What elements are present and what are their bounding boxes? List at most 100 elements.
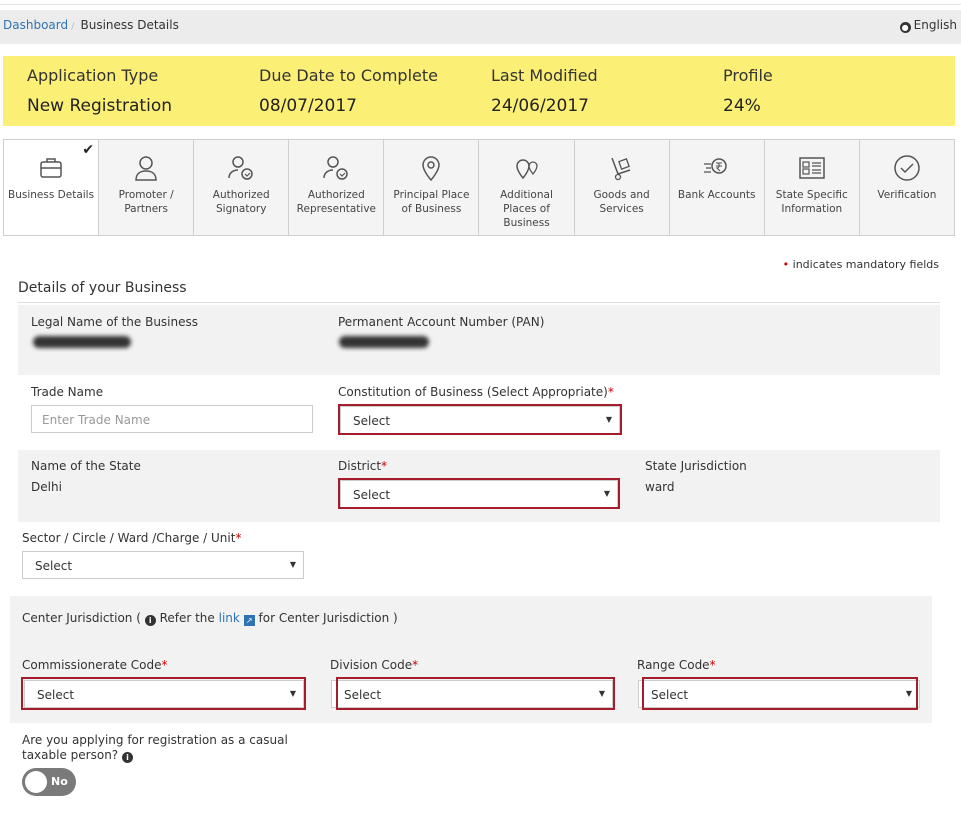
signatory-icon [228, 156, 253, 180]
last-modified-label: Last Modified [491, 66, 598, 85]
state-label: Name of the State [31, 459, 141, 473]
tab-verification[interactable]: Verification [860, 140, 954, 235]
commissionerate-label: Commissionerate Code* [22, 658, 168, 672]
breadcrumb-bar: Dashboard / Business Details ● English [0, 10, 961, 44]
step-label: Bank Accounts [677, 189, 756, 201]
trade-name-label: Trade Name [31, 385, 104, 399]
step-label: Verification [877, 189, 937, 201]
step-label: Goods and Services [593, 189, 650, 215]
sector-label: Sector / Circle / Ward /Charge / Unit* [22, 531, 241, 545]
step-label: State Specific Information [775, 189, 848, 215]
step-label: Authorized Signatory [212, 189, 270, 215]
sector-select[interactable]: Select ▼ [22, 551, 304, 579]
info-card-icon [799, 157, 825, 179]
range-label: Range Code* [637, 658, 716, 672]
center-jurisdiction-suffix: for Center Jurisdiction ) [258, 611, 398, 625]
language-selector[interactable]: ● English [899, 18, 957, 33]
state-jurisdiction-value: ward [645, 480, 675, 494]
commissionerate-highlight [21, 677, 306, 710]
constitution-highlight [338, 404, 622, 435]
application-banner: Application Type New Registration Due Da… [3, 56, 955, 126]
due-date-block: Due Date to Complete 08/07/2017 [259, 66, 438, 116]
briefcase-icon [40, 158, 62, 178]
info-icon: i [144, 615, 156, 626]
checkmark-icon: ✔ [82, 142, 95, 158]
breadcrumb-current: Business Details [80, 18, 179, 32]
profile-block: Profile 24% [723, 66, 773, 116]
range-highlight [642, 677, 918, 710]
constitution-label: Constitution of Business (Select Appropr… [338, 385, 614, 399]
center-jurisdiction-note: Center Jurisdiction ( i Refer the link ↗… [22, 611, 398, 626]
tab-bank-accounts[interactable]: Bank Accounts [670, 140, 765, 235]
multi-pin-icon [515, 159, 538, 180]
division-label: Division Code* [330, 658, 418, 672]
application-type-value: New Registration [27, 96, 172, 116]
top-divider [0, 4, 961, 5]
required-star: * [381, 459, 388, 473]
center-jurisdiction-refer: Refer the [159, 611, 215, 625]
step-label: Principal Place of Business [393, 189, 470, 215]
constitution-label-text: Constitution of Business (Select Appropr… [338, 385, 608, 399]
tab-goods-services[interactable]: Goods and Services [575, 140, 670, 235]
pan-label: Permanent Account Number (PAN) [338, 315, 545, 329]
step-label: Authorized Representative [296, 189, 376, 215]
last-modified-block: Last Modified 24/06/2017 [491, 66, 598, 116]
tab-principal-place[interactable]: Principal Place of Business [384, 140, 480, 235]
profile-label: Profile [723, 66, 773, 85]
tab-authorized-representative[interactable]: Authorized Representative [289, 140, 385, 235]
external-link-icon[interactable]: ↗ [243, 615, 255, 626]
check-circle-icon [894, 155, 920, 181]
mandatory-note: • indicates mandatory fields [783, 258, 939, 271]
district-label: District* [338, 459, 387, 473]
step-label: Business Details [8, 189, 95, 201]
center-jurisdiction-prefix: Center Jurisdiction ( [22, 611, 141, 625]
due-date-value: 08/07/2017 [259, 96, 357, 116]
trade-name-input[interactable]: Enter Trade Name [31, 405, 313, 433]
section-title: Details of your Business [18, 280, 187, 296]
casual-taxable-question-text: Are you applying for registration as a c… [22, 733, 288, 762]
required-star: * [412, 658, 419, 672]
pan-redacted [339, 336, 429, 348]
breadcrumb-dashboard-link[interactable]: Dashboard [3, 18, 68, 32]
last-modified-value: 24/06/2017 [491, 96, 589, 116]
tab-authorized-signatory[interactable]: Authorized Signatory [194, 140, 290, 235]
language-label: English [913, 18, 957, 32]
district-highlight [338, 478, 620, 509]
state-value: Delhi [31, 480, 62, 494]
tab-business-details[interactable]: ✔ Business Details [4, 140, 100, 235]
mandatory-star: • [782, 258, 790, 271]
tab-additional-places[interactable]: Additional Places of Business [479, 140, 575, 235]
breadcrumb-separator: / [71, 21, 75, 32]
info-icon: i [122, 752, 133, 763]
legal-name-redacted [33, 336, 131, 348]
sector-label-text: Sector / Circle / Ward /Charge / Unit [22, 531, 236, 545]
division-highlight [336, 677, 615, 710]
required-star: * [709, 658, 716, 672]
casual-taxable-toggle[interactable]: No [22, 768, 76, 796]
required-star: * [607, 385, 614, 399]
rupee-icon [703, 158, 727, 174]
sector-select-value: Select [35, 559, 73, 573]
legal-name-label: Legal Name of the Business [31, 315, 198, 329]
person-icon [135, 156, 157, 181]
tab-promoter-partners[interactable]: Promoter / Partners [99, 140, 195, 235]
required-star: * [161, 658, 168, 672]
step-label: Additional Places of Business [500, 189, 553, 229]
registration-steps: ✔ Business Details Promoter / Partners A… [3, 139, 955, 236]
division-label-text: Division Code [330, 658, 413, 672]
range-label-text: Range Code [637, 658, 710, 672]
commissionerate-label-text: Commissionerate Code [22, 658, 162, 672]
hand-truck-icon [610, 157, 630, 181]
dropdown-caret-icon: ▼ [289, 560, 296, 569]
map-pin-icon [422, 156, 441, 182]
application-type-label: Application Type [27, 66, 159, 85]
toggle-label: No [51, 775, 68, 788]
state-jurisdiction-label: State Jurisdiction [645, 459, 747, 473]
center-jurisdiction-link[interactable]: link [219, 611, 240, 625]
district-label-text: District [338, 459, 382, 473]
profile-value: 24% [723, 96, 761, 116]
casual-taxable-question: Are you applying for registration as a c… [22, 733, 297, 763]
due-date-label: Due Date to Complete [259, 66, 438, 85]
representative-icon [323, 156, 349, 180]
tab-state-specific[interactable]: State Specific Information [765, 140, 860, 235]
